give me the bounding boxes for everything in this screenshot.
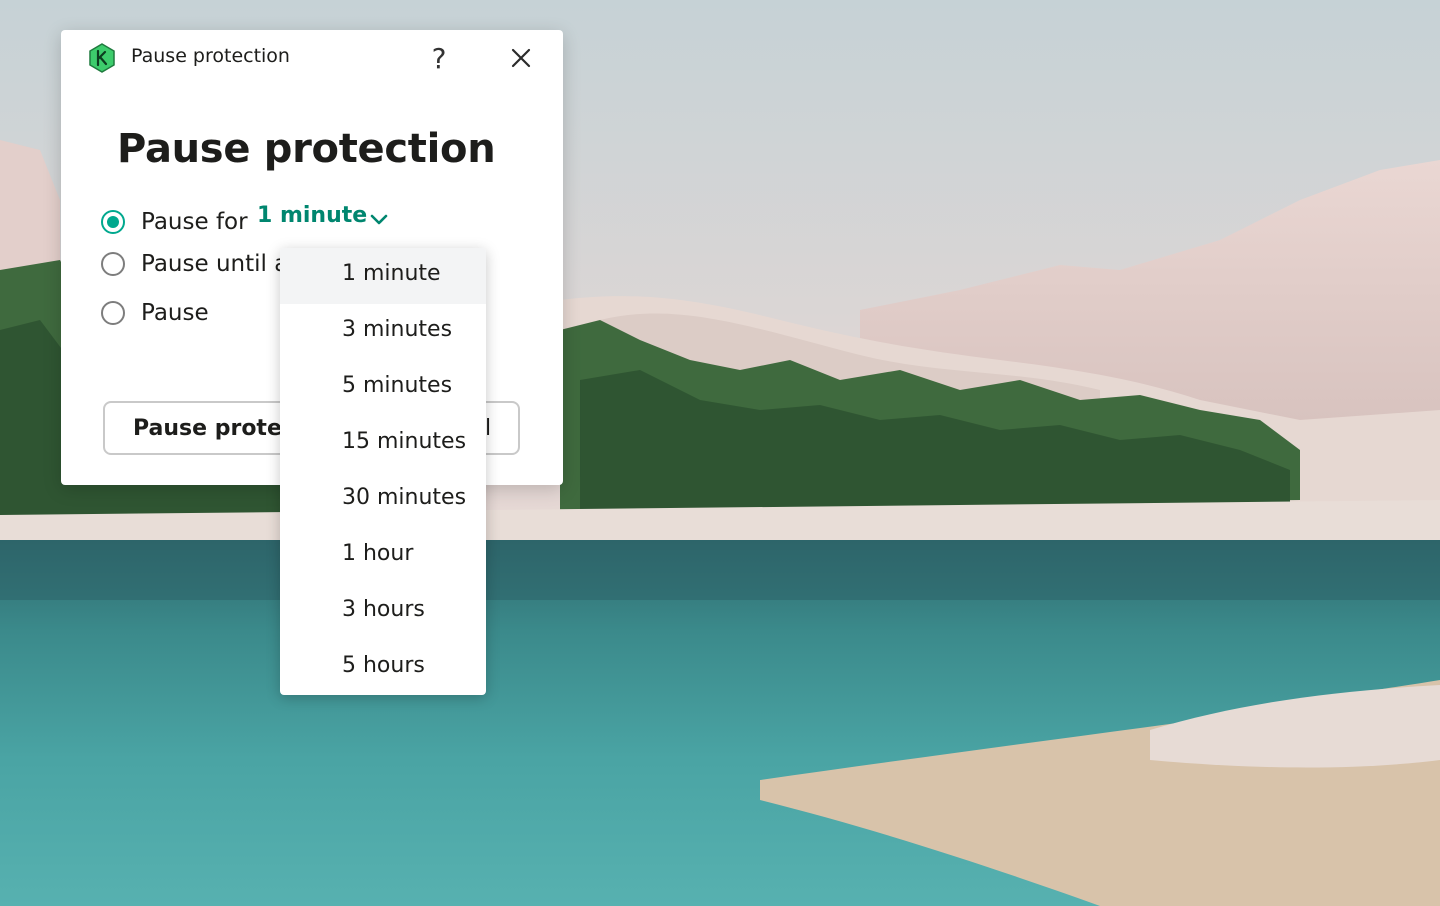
dropdown-item-1-hour[interactable]: 1 hour — [280, 528, 486, 584]
option-label: Pause — [141, 300, 209, 326]
window-title: Pause protection — [131, 45, 290, 67]
dropdown-item-label: 15 minutes — [342, 429, 467, 454]
option-pause[interactable]: Pause — [101, 296, 209, 330]
radio-pause[interactable] — [101, 301, 125, 325]
titlebar: Pause protection ? — [61, 30, 563, 86]
help-button[interactable]: ? — [421, 38, 457, 78]
kaspersky-logo-icon — [89, 43, 115, 73]
dropdown-item-label: 3 hours — [342, 597, 425, 622]
close-icon[interactable] — [505, 42, 537, 74]
dropdown-item-label: 5 minutes — [342, 373, 453, 398]
option-pause-for[interactable]: Pause for — [101, 205, 248, 239]
dropdown-item-label: 3 minutes — [342, 317, 453, 342]
dropdown-item-5-hours[interactable]: 5 hours — [280, 640, 486, 695]
dialog-heading: Pause protection — [117, 126, 496, 172]
option-label: Pause for — [141, 209, 248, 235]
dropdown-item-label: 1 hour — [342, 541, 414, 566]
chevron-down-icon[interactable] — [367, 208, 391, 232]
option-label: Pause until a — [141, 251, 289, 277]
pause-protection-button-label: Pause protec — [133, 416, 295, 441]
dropdown-item-3-hours[interactable]: 3 hours — [280, 584, 486, 640]
option-pause-until[interactable]: Pause until a — [101, 247, 288, 281]
dropdown-item-label: 30 minutes — [342, 485, 467, 510]
radio-pause-for[interactable] — [101, 210, 125, 234]
dropdown-item-1-minute[interactable]: 1 minute — [280, 248, 486, 304]
desktop: Pause protection ? Pause protection Paus… — [0, 0, 1440, 906]
dropdown-item-5-minutes[interactable]: 5 minutes — [280, 360, 486, 416]
dropdown-item-3-minutes[interactable]: 3 minutes — [280, 304, 486, 360]
dropdown-item-label: 5 hours — [342, 653, 425, 678]
pause-duration-dropdown[interactable]: 1 minute — [257, 203, 367, 228]
dropdown-item-label: 1 minute — [342, 261, 441, 286]
help-icon: ? — [431, 41, 447, 75]
dropdown-item-30-minutes[interactable]: 30 minutes — [280, 472, 486, 528]
radio-pause-until[interactable] — [101, 252, 125, 276]
duration-dropdown-menu: 1 minute 3 minutes 5 minutes 15 minutes … — [280, 248, 486, 695]
dropdown-item-15-minutes[interactable]: 15 minutes — [280, 416, 486, 472]
